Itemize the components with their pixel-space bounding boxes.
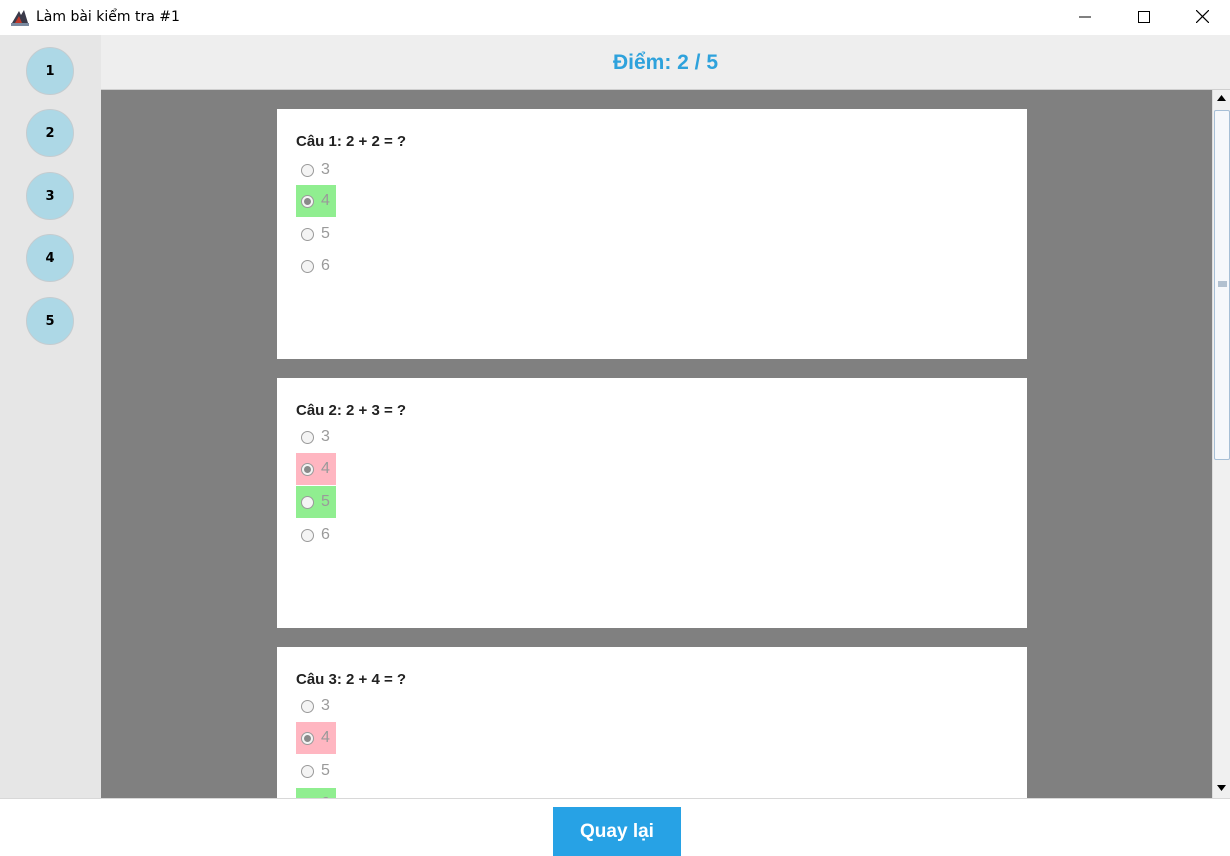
minimize-icon bbox=[1079, 16, 1091, 17]
radio-button-checked[interactable] bbox=[301, 462, 314, 476]
radio-button[interactable] bbox=[301, 227, 314, 241]
answer-label: 6 bbox=[321, 526, 330, 543]
question-title: Câu 2: 2 + 3 = ? bbox=[296, 402, 407, 419]
close-icon bbox=[1195, 10, 1209, 23]
radio-button-checked[interactable] bbox=[301, 194, 314, 208]
answer-label: 4 bbox=[321, 460, 330, 477]
radio-button[interactable] bbox=[301, 528, 314, 542]
answer-option-wrong[interactable]: 4 bbox=[296, 722, 336, 754]
question-nav-button-1[interactable]: 1 bbox=[26, 47, 74, 95]
radio-button[interactable] bbox=[301, 495, 314, 509]
answer-label: 5 bbox=[321, 762, 330, 779]
radio-button[interactable] bbox=[301, 163, 314, 177]
question-title: Câu 1: 2 + 2 = ? bbox=[296, 133, 407, 150]
answer-label: 4 bbox=[321, 192, 330, 209]
answer-option[interactable]: 3 bbox=[296, 154, 336, 186]
maximize-button[interactable] bbox=[1115, 0, 1173, 33]
score-header: Điểm: 2 / 5 bbox=[101, 35, 1230, 90]
java-app-icon bbox=[10, 7, 30, 27]
answer-option[interactable]: 6 bbox=[296, 519, 336, 551]
answer-option[interactable]: 6 bbox=[296, 250, 336, 282]
footer: Quay lại bbox=[0, 798, 1230, 856]
radio-button-checked[interactable] bbox=[301, 731, 314, 745]
answer-label: 3 bbox=[321, 161, 330, 178]
radio-button[interactable] bbox=[301, 764, 314, 778]
maximize-icon bbox=[1138, 10, 1150, 23]
answer-option-wrong[interactable]: 4 bbox=[296, 453, 336, 485]
answer-label: 5 bbox=[321, 493, 330, 510]
answer-option-correct[interactable]: 5 bbox=[296, 486, 336, 518]
radio-button[interactable] bbox=[301, 699, 314, 713]
answer-label: 5 bbox=[321, 225, 330, 242]
score-label: Điểm: 2 / 5 bbox=[612, 51, 719, 74]
answer-option[interactable]: 3 bbox=[296, 690, 336, 722]
minimize-button[interactable] bbox=[1056, 0, 1114, 33]
window-title: Làm bài kiểm tra #1 bbox=[36, 9, 180, 25]
answer-option-correct[interactable]: 4 bbox=[296, 185, 336, 217]
question-nav-button-2[interactable]: 2 bbox=[26, 109, 74, 157]
radio-button[interactable] bbox=[301, 430, 314, 444]
answer-label: 3 bbox=[321, 428, 330, 445]
question-card-2: Câu 2: 2 + 3 = ? 3 4 5 6 bbox=[277, 378, 1027, 628]
answer-label: 6 bbox=[321, 257, 330, 274]
answer-option-correct[interactable]: 6 bbox=[296, 788, 336, 798]
answer-option[interactable]: 5 bbox=[296, 218, 336, 250]
title-bar: Làm bài kiểm tra #1 bbox=[0, 0, 1230, 35]
close-button[interactable] bbox=[1173, 0, 1230, 33]
scrollbar-thumb[interactable] bbox=[1214, 110, 1230, 460]
back-button[interactable]: Quay lại bbox=[553, 807, 681, 856]
answer-option[interactable]: 5 bbox=[296, 755, 336, 787]
answer-label: 4 bbox=[321, 729, 330, 746]
question-card-3: Câu 3: 2 + 4 = ? 3 4 5 6 bbox=[277, 647, 1027, 798]
answer-option[interactable]: 3 bbox=[296, 421, 336, 453]
question-title: Câu 3: 2 + 4 = ? bbox=[296, 671, 407, 688]
question-nav-button-3[interactable]: 3 bbox=[26, 172, 74, 220]
scroll-down-arrow-icon[interactable] bbox=[1217, 785, 1226, 791]
question-nav-button-5[interactable]: 5 bbox=[26, 297, 74, 345]
scroll-up-arrow-icon[interactable] bbox=[1217, 95, 1226, 101]
questions-scroll-area[interactable]: Câu 1: 2 + 2 = ? 3 4 5 6 Câu 2: 2 + 3 = … bbox=[101, 90, 1212, 798]
answer-label: 3 bbox=[321, 697, 330, 714]
question-nav-button-4[interactable]: 4 bbox=[26, 234, 74, 282]
vertical-scrollbar[interactable] bbox=[1212, 90, 1230, 798]
question-card-1: Câu 1: 2 + 2 = ? 3 4 5 6 bbox=[277, 109, 1027, 359]
scrollbar-grip-icon bbox=[1218, 281, 1227, 287]
question-nav-sidebar: 1 2 3 4 5 bbox=[0, 35, 101, 798]
radio-button[interactable] bbox=[301, 259, 314, 273]
